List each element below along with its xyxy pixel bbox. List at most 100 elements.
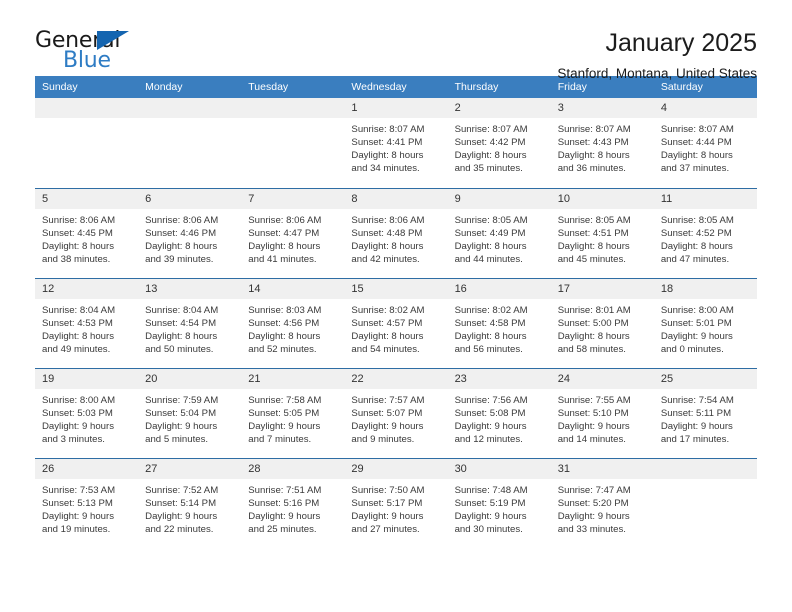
day-details: Sunrise: 7:58 AM Sunset: 5:05 PM Daylight:…: [241, 389, 344, 446]
daylight-text-cont: and 35 minutes.: [454, 163, 523, 175]
sunset-text: Sunset: 5:08 PM: [454, 407, 526, 419]
calendar-day-cell[interactable]: 26 Sunrise: 7:53 AM Sunset: 5:13 PM Dayligh…: [35, 457, 139, 548]
calendar-week-row: 26 Sunrise: 7:53 AM Sunset: 5:13 PM Dayligh…: [35, 457, 757, 548]
sunrise-text: Sunrise: 8:03 AM: [248, 304, 322, 316]
calendar-day-cell[interactable]: 28 Sunrise: 7:51 AM Sunset: 5:16 PM Dayligh…: [241, 457, 345, 548]
calendar-day-cell[interactable]: 16 Sunrise: 8:02 AM Sunset: 4:58 PM Dayligh…: [447, 277, 551, 368]
calendar-day-cell[interactable]: 6 Sunrise: 8:06 AM Sunset: 4:46 PM Daylight…: [138, 187, 242, 278]
calendar-day-cell[interactable]: 29 Sunrise: 7:50 AM Sunset: 5:17 PM Dayligh…: [344, 457, 448, 548]
daylight-text: Daylight: 9 hours: [145, 510, 218, 522]
daylight-text-cont: and 41 minutes.: [248, 253, 317, 265]
sunrise-text: Sunrise: 8:06 AM: [351, 214, 425, 226]
daylight-text: Daylight: 8 hours: [454, 330, 527, 342]
day-details: Sunrise: 8:05 AM Sunset: 4:52 PM Daylight:…: [654, 209, 757, 266]
calendar-day-cell[interactable]: 30 Sunrise: 7:48 AM Sunset: 5:19 PM Dayligh…: [447, 457, 551, 548]
sunrise-text: Sunrise: 7:47 AM: [557, 484, 631, 496]
calendar-day-cell[interactable]: 7 Sunrise: 8:06 AM Sunset: 4:47 PM Daylight…: [241, 187, 345, 278]
calendar-day-cell[interactable]: 8 Sunrise: 8:06 AM Sunset: 4:48 PM Daylight…: [344, 187, 448, 278]
calendar-day-cell[interactable]: 14 Sunrise: 8:03 AM Sunset: 4:56 PM Dayligh…: [241, 277, 345, 368]
sunrise-text: Sunrise: 7:56 AM: [454, 394, 528, 406]
sunrise-text: Sunrise: 8:06 AM: [248, 214, 322, 226]
calendar-day-cell[interactable]: 17 Sunrise: 8:01 AM Sunset: 5:00 PM Dayligh…: [550, 277, 654, 368]
daylight-text-cont: and 44 minutes.: [454, 253, 523, 265]
day-details: Sunrise: 8:04 AM Sunset: 4:53 PM Daylight:…: [35, 299, 138, 356]
sunset-text: Sunset: 4:48 PM: [351, 227, 423, 239]
daylight-text: Daylight: 8 hours: [660, 150, 733, 162]
calendar-week-row: 19 Sunrise: 8:00 AM Sunset: 5:03 PM Dayligh…: [35, 367, 757, 458]
day-details: Sunrise: 8:00 AM Sunset: 5:03 PM Daylight:…: [35, 389, 138, 446]
weekday-header-sunday: Sunday: [35, 76, 139, 98]
sunrise-text: Sunrise: 7:50 AM: [351, 484, 425, 496]
sunset-text: Sunset: 5:13 PM: [42, 497, 113, 509]
day-number: 9: [447, 188, 551, 209]
day-number: 30: [447, 458, 551, 479]
calendar-day-cell[interactable]: 13 Sunrise: 8:04 AM Sunset: 4:54 PM Dayligh…: [138, 277, 242, 368]
sunrise-text: Sunrise: 8:00 AM: [42, 394, 116, 406]
calendar-day-cell[interactable]: 21 Sunrise: 7:58 AM Sunset: 5:05 PM Dayligh…: [241, 367, 345, 458]
calendar-day-cell[interactable]: 15 Sunrise: 8:02 AM Sunset: 4:57 PM Dayligh…: [344, 277, 448, 368]
calendar-day-cell[interactable]: 3 Sunrise: 8:07 AM Sunset: 4:43 PM Daylight…: [550, 98, 654, 188]
daylight-text: Daylight: 8 hours: [557, 330, 630, 342]
day-number: 15: [344, 278, 448, 299]
sunset-text: Sunset: 4:47 PM: [248, 227, 320, 239]
day-details: Sunrise: 8:07 AM Sunset: 4:41 PM Daylight:…: [344, 118, 447, 175]
sunset-text: Sunset: 5:14 PM: [145, 497, 217, 509]
day-number: 14: [241, 278, 345, 299]
calendar-day-cell[interactable]: 24 Sunrise: 7:55 AM Sunset: 5:10 PM Dayligh…: [550, 367, 654, 458]
day-number: 1: [344, 98, 448, 118]
day-details: Sunrise: 7:51 AM Sunset: 5:16 PM Daylight:…: [241, 479, 344, 536]
day-number: [138, 98, 242, 118]
calendar-day-cell[interactable]: 4 Sunrise: 8:07 AM Sunset: 4:44 PM Daylight…: [653, 98, 757, 188]
daylight-text: Daylight: 8 hours: [557, 150, 630, 162]
calendar-day-cell[interactable]: 20 Sunrise: 7:59 AM Sunset: 5:04 PM Dayligh…: [138, 367, 242, 458]
sunrise-text: Sunrise: 8:07 AM: [454, 124, 528, 135]
sunrise-text: Sunrise: 8:07 AM: [557, 124, 631, 135]
calendar-day-cell[interactable]: 22 Sunrise: 7:57 AM Sunset: 5:07 PM Dayligh…: [344, 367, 448, 458]
calendar-day-cell[interactable]: 31 Sunrise: 7:47 AM Sunset: 5:20 PM Dayligh…: [550, 457, 654, 548]
weekday-header-monday: Monday: [138, 76, 242, 98]
daylight-text-cont: and 22 minutes.: [145, 523, 214, 535]
calendar-day-cell[interactable]: 23 Sunrise: 7:56 AM Sunset: 5:08 PM Dayligh…: [447, 367, 551, 458]
calendar-day-cell[interactable]: 9 Sunrise: 8:05 AM Sunset: 4:49 PM Daylight…: [447, 187, 551, 278]
daylight-text-cont: and 5 minutes.: [145, 433, 209, 445]
daylight-text-cont: and 54 minutes.: [351, 343, 420, 355]
title-block: January 2025 Stanford, Montana, United S…: [557, 28, 757, 84]
day-details: Sunrise: 8:01 AM Sunset: 5:00 PM Daylight:…: [551, 299, 654, 356]
calendar-day-cell[interactable]: 5 Sunrise: 8:06 AM Sunset: 4:45 PM Daylight…: [35, 187, 139, 278]
sunrise-text: Sunrise: 8:07 AM: [351, 124, 425, 135]
calendar-day-cell[interactable]: 12 Sunrise: 8:04 AM Sunset: 4:53 PM Dayligh…: [35, 277, 139, 368]
day-details: Sunrise: 8:05 AM Sunset: 4:51 PM Daylight:…: [551, 209, 654, 266]
daylight-text: Daylight: 9 hours: [42, 420, 114, 432]
sunrise-text: Sunrise: 8:01 AM: [557, 304, 631, 316]
calendar-day-cell[interactable]: 18 Sunrise: 8:00 AM Sunset: 5:01 PM Dayligh…: [653, 277, 757, 368]
sunrise-text: Sunrise: 8:05 AM: [557, 214, 631, 226]
daylight-text: Daylight: 8 hours: [351, 240, 424, 252]
sunrise-text: Sunrise: 7:54 AM: [660, 394, 734, 406]
daylight-text: Daylight: 8 hours: [557, 240, 630, 252]
calendar-day-cell[interactable]: 25 Sunrise: 7:54 AM Sunset: 5:11 PM Dayligh…: [653, 367, 757, 458]
day-details: Sunrise: 8:02 AM Sunset: 4:58 PM Daylight:…: [448, 299, 551, 356]
calendar-day-cell[interactable]: 11 Sunrise: 8:05 AM Sunset: 4:52 PM Dayligh…: [653, 187, 757, 278]
daylight-text: Daylight: 9 hours: [557, 510, 630, 522]
daylight-text-cont: and 42 minutes.: [351, 253, 420, 265]
calendar-day-cell[interactable]: 10 Sunrise: 8:05 AM Sunset: 4:51 PM Dayligh…: [550, 187, 654, 278]
daylight-text-cont: and 47 minutes.: [660, 253, 730, 265]
daylight-text: Daylight: 8 hours: [351, 150, 424, 162]
day-number: 29: [344, 458, 448, 479]
daylight-text: Daylight: 9 hours: [248, 420, 321, 432]
daylight-text-cont: and 38 minutes.: [42, 253, 111, 265]
daylight-text-cont: and 36 minutes.: [557, 163, 626, 175]
day-details: Sunrise: 8:07 AM Sunset: 4:43 PM Daylight:…: [551, 118, 654, 175]
day-number: 10: [550, 188, 654, 209]
calendar-day-cell[interactable]: 27 Sunrise: 7:52 AM Sunset: 5:14 PM Dayligh…: [138, 457, 242, 548]
calendar-day-cell[interactable]: 1 Sunrise: 8:07 AM Sunset: 4:41 PM Daylight…: [344, 98, 448, 188]
calendar-day-cell-empty: [653, 457, 757, 548]
calendar-day-cell[interactable]: 19 Sunrise: 8:00 AM Sunset: 5:03 PM Dayligh…: [35, 367, 139, 458]
day-number: 25: [653, 368, 757, 389]
daylight-text-cont: and 33 minutes.: [557, 523, 626, 535]
sunset-text: Sunset: 4:52 PM: [660, 227, 732, 239]
calendar-day-cell[interactable]: 2 Sunrise: 8:07 AM Sunset: 4:42 PM Daylight…: [447, 98, 551, 188]
sunset-text: Sunset: 5:19 PM: [454, 497, 526, 509]
sunset-text: Sunset: 5:11 PM: [660, 407, 732, 419]
daylight-text: Daylight: 8 hours: [248, 240, 321, 252]
